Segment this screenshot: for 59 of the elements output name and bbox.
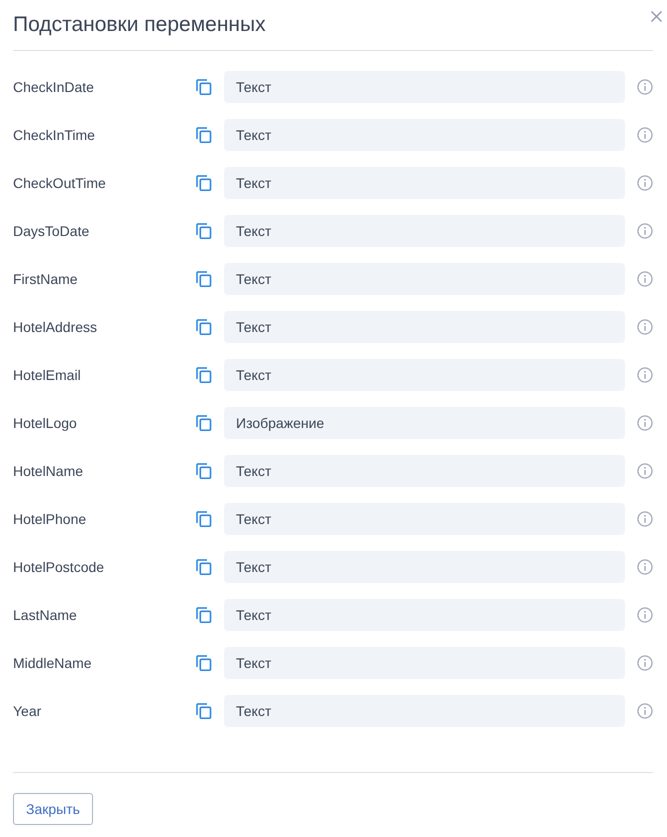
info-icon[interactable] xyxy=(637,607,653,623)
copy-icon[interactable] xyxy=(196,319,212,335)
copy-icon[interactable] xyxy=(196,127,212,143)
info-icon[interactable] xyxy=(637,463,653,479)
info-icon[interactable] xyxy=(637,703,653,719)
variable-name: Year xyxy=(13,703,42,719)
type-field[interactable]: Текст xyxy=(224,695,625,727)
copy-icon[interactable] xyxy=(196,463,212,479)
copy-icon[interactable] xyxy=(196,559,212,575)
info-icon[interactable] xyxy=(637,319,653,335)
variable-name: CheckInDate xyxy=(13,79,95,95)
variable-name: HotelAddress xyxy=(13,319,98,335)
dialog-title: Подстановки переменных xyxy=(13,12,266,38)
variable-name: CheckInTime xyxy=(13,127,96,143)
variable-name: MiddleName xyxy=(13,655,93,671)
type-field[interactable]: Текст xyxy=(224,215,625,247)
close-icon[interactable] xyxy=(651,11,662,22)
variable-name: HotelEmail xyxy=(13,367,82,383)
type-field[interactable]: Текст xyxy=(224,599,625,631)
type-field[interactable]: Текст xyxy=(224,311,625,343)
copy-icon[interactable] xyxy=(196,655,212,671)
variable-name: HotelName xyxy=(13,463,84,479)
copy-icon[interactable] xyxy=(196,607,212,623)
close-button[interactable]: Закрыть xyxy=(13,793,93,825)
info-icon[interactable] xyxy=(637,271,653,287)
copy-icon[interactable] xyxy=(196,415,212,431)
variable-name: FirstName xyxy=(13,271,79,287)
info-icon[interactable] xyxy=(637,79,653,95)
type-field[interactable]: Текст xyxy=(224,167,625,199)
info-icon[interactable] xyxy=(637,511,653,527)
copy-icon[interactable] xyxy=(196,79,212,95)
variable-name: HotelPhone xyxy=(13,511,88,527)
variable-name: HotelPostcode xyxy=(13,559,106,575)
type-field[interactable]: Текст xyxy=(224,359,625,391)
copy-icon[interactable] xyxy=(196,511,212,527)
type-field[interactable]: Текст xyxy=(224,455,625,487)
info-icon[interactable] xyxy=(637,415,653,431)
info-icon[interactable] xyxy=(637,367,653,383)
copy-icon[interactable] xyxy=(196,175,212,191)
copy-icon[interactable] xyxy=(196,271,212,287)
type-field[interactable]: Текст xyxy=(224,503,625,535)
type-field[interactable]: Текст xyxy=(224,551,625,583)
info-icon[interactable] xyxy=(637,175,653,191)
variable-name: DaysToDate xyxy=(13,223,90,239)
info-icon[interactable] xyxy=(637,655,653,671)
variable-name: LastName xyxy=(13,607,78,623)
variable-name: CheckOutTime xyxy=(13,175,107,191)
type-field[interactable]: Текст xyxy=(224,263,625,295)
copy-icon[interactable] xyxy=(196,223,212,239)
type-field[interactable]: Текст xyxy=(224,119,625,151)
info-icon[interactable] xyxy=(637,127,653,143)
type-field[interactable]: Текст xyxy=(224,71,625,103)
variable-name: HotelLogo xyxy=(13,415,78,431)
type-field[interactable]: Текст xyxy=(224,647,625,679)
info-icon[interactable] xyxy=(637,223,653,239)
type-field[interactable]: Изображение xyxy=(224,407,625,439)
copy-icon[interactable] xyxy=(196,703,212,719)
info-icon[interactable] xyxy=(637,559,653,575)
copy-icon[interactable] xyxy=(196,367,212,383)
